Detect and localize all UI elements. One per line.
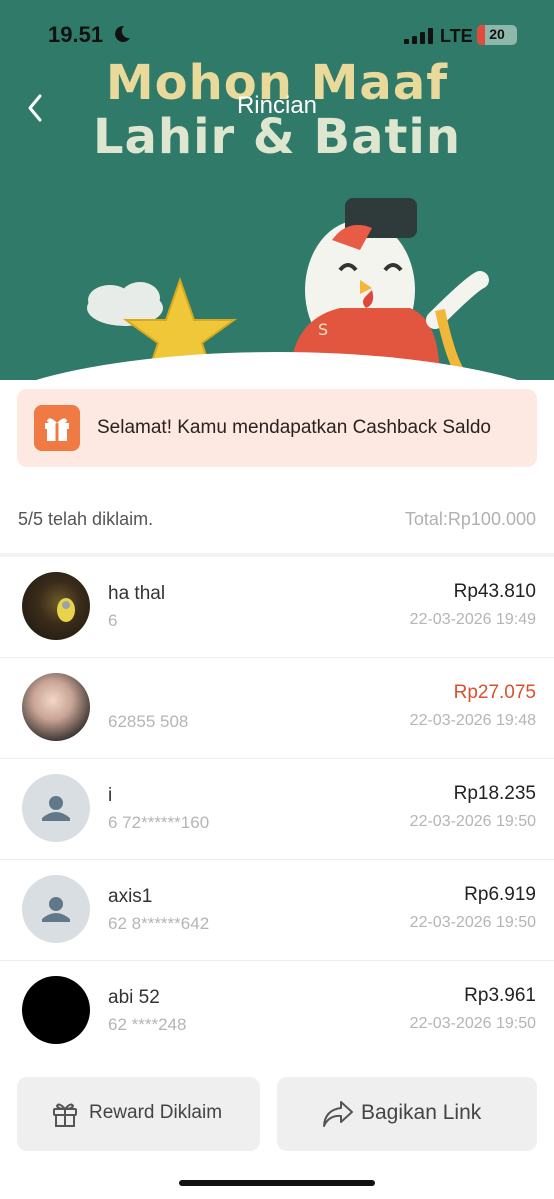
avatar xyxy=(22,673,90,741)
signal-icon xyxy=(404,28,433,44)
battery-level: 20 xyxy=(489,26,505,42)
claim-amount: Rp3.961 xyxy=(464,985,536,1006)
claimer-phone: 6 xyxy=(108,611,118,630)
moon-icon xyxy=(115,25,130,42)
status-time: 19.51 xyxy=(48,22,104,47)
total-amount: Total:Rp100.000 xyxy=(404,509,536,529)
claimer-name: abi 52 xyxy=(108,987,160,1008)
page-title: Rincian xyxy=(236,92,318,119)
claimer-phone: 62 ****248 xyxy=(108,1015,187,1034)
claim-amount: Rp43.810 xyxy=(453,581,536,602)
reward-claimed-button[interactable]: Reward Diklaim xyxy=(17,1077,260,1151)
claim-amount: Rp6.919 xyxy=(464,884,536,905)
mascot-illustration: S xyxy=(87,198,489,380)
home-indicator xyxy=(179,1180,375,1186)
network-label: LTE xyxy=(440,26,473,46)
list-item: abi 52 62 ****248 Rp3.961 22-03-2026 19:… xyxy=(0,961,554,1062)
claimer-phone: 6 72******160 xyxy=(108,813,210,832)
claim-date: 22-03-2026 19:48 xyxy=(409,712,536,729)
claimer-phone: 62 8******642 xyxy=(108,914,210,933)
gift-icon xyxy=(34,405,80,451)
avatar xyxy=(22,774,90,842)
claim-amount: Rp27.075 xyxy=(453,682,536,703)
cashback-notice: Selamat! Kamu mendapatkan Cashback Saldo xyxy=(17,389,537,467)
list-item: 62855 508 Rp27.075 22-03-2026 19:48 xyxy=(0,658,554,759)
claim-list: ha thal 6 Rp43.810 22-03-2026 19:49 6285… xyxy=(0,557,554,1062)
avatar xyxy=(22,875,90,943)
list-item: axis1 62 8******642 Rp6.919 22-03-2026 1… xyxy=(0,860,554,961)
claimer-name: ha thal xyxy=(108,583,166,604)
header-banner: Mohon Maaf Lahir & Batin S 19.51 LTE 20 … xyxy=(0,0,554,380)
notice-text: Selamat! Kamu mendapatkan Cashback Saldo xyxy=(97,417,491,438)
claimed-count: 5/5 telah diklaim. xyxy=(18,509,154,529)
share-link-button[interactable]: Bagikan Link xyxy=(277,1077,537,1151)
claim-date: 22-03-2026 19:49 xyxy=(409,611,536,628)
list-item: ha thal 6 Rp43.810 22-03-2026 19:49 xyxy=(0,557,554,658)
mascot-shirt-letter: S xyxy=(318,320,328,339)
avatar xyxy=(22,572,90,640)
claim-date: 22-03-2026 19:50 xyxy=(409,914,536,931)
avatar xyxy=(22,976,90,1044)
list-item: i 6 72******160 Rp18.235 22-03-2026 19:5… xyxy=(0,759,554,860)
claim-amount: Rp18.235 xyxy=(453,783,536,804)
user-icon xyxy=(42,796,70,821)
claimer-name: axis1 xyxy=(108,886,153,907)
share-button-label: Bagikan Link xyxy=(361,1101,482,1124)
claimer-name: i xyxy=(108,785,113,806)
battery-icon: 20 xyxy=(477,25,517,45)
gift-icon xyxy=(53,1103,77,1127)
user-icon xyxy=(42,897,70,922)
claimer-phone: 62855 508 xyxy=(108,712,189,731)
reward-button-label: Reward Diklaim xyxy=(89,1102,223,1123)
claim-date: 22-03-2026 19:50 xyxy=(409,1015,536,1032)
claim-date: 22-03-2026 19:50 xyxy=(409,813,536,830)
share-arrow-icon xyxy=(323,1101,353,1127)
